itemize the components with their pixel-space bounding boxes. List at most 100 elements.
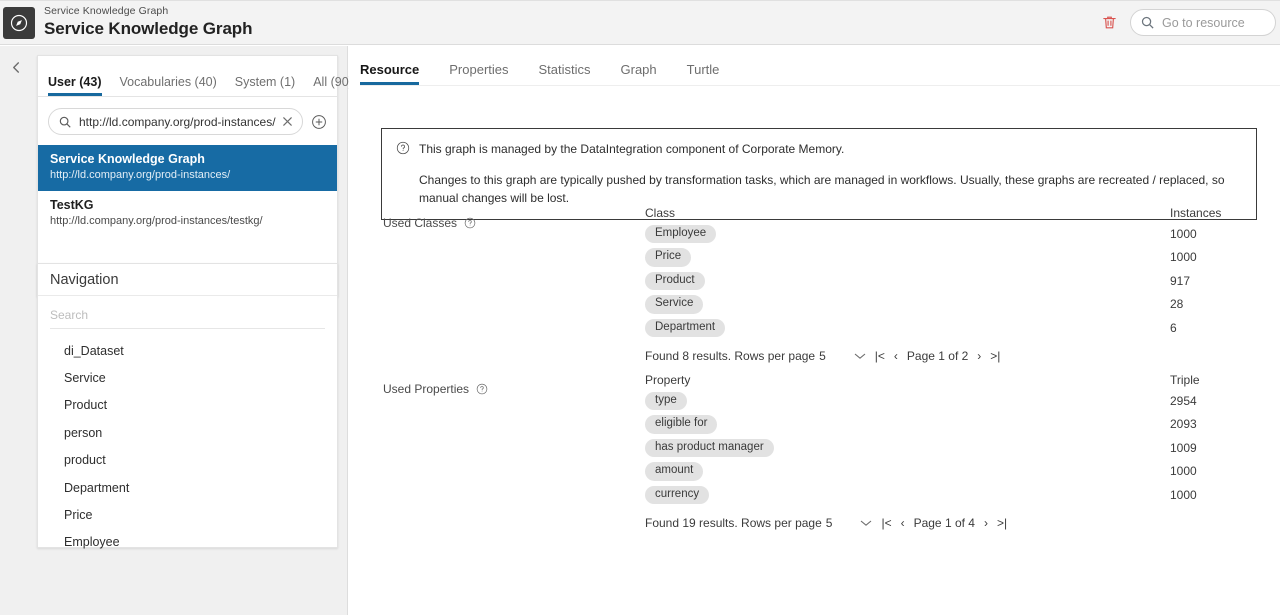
class-chip[interactable]: Service <box>645 295 703 314</box>
graph-item-url: http://ld.company.org/prod-instances/tes… <box>50 214 325 229</box>
header-subtitle: Service Knowledge Graph <box>44 6 252 18</box>
sidebar-item-person[interactable]: person <box>38 419 337 446</box>
delete-graph-button[interactable] <box>1094 8 1124 38</box>
plus-circle-icon[interactable] <box>311 114 327 130</box>
tab-statistics[interactable]: Statistics <box>539 62 591 85</box>
sidebar-item-employee[interactable]: Employee <box>38 529 337 556</box>
navigation-search-input[interactable]: Search <box>50 302 325 329</box>
table-row: Product 917 <box>645 269 1265 293</box>
app-logo[interactable] <box>3 7 35 39</box>
column-header-triple: Triple <box>1170 373 1265 387</box>
sidebar-item-service[interactable]: Service <box>38 364 337 391</box>
notice-body: This graph is managed by the DataIntegra… <box>419 140 1242 207</box>
sidebar-item-price[interactable]: Price <box>38 501 337 528</box>
property-chip[interactable]: type <box>645 392 687 411</box>
previous-page-button[interactable]: ‹ <box>901 516 905 530</box>
trash-icon <box>1101 14 1118 31</box>
first-page-button[interactable]: |< <box>881 516 891 530</box>
page-indicator: Page 1 of 2 <box>907 349 968 363</box>
property-chip[interactable]: amount <box>645 462 703 481</box>
graph-tab-user[interactable]: User (43) <box>48 75 102 96</box>
tab-properties[interactable]: Properties <box>449 62 508 85</box>
graph-tab-vocabularies[interactable]: Vocabularies (40) <box>120 75 217 96</box>
app-header: Service Knowledge Graph Service Knowledg… <box>0 0 1280 45</box>
used-classes-label-text: Used Classes <box>383 216 457 230</box>
table-row: Employee 1000 <box>645 222 1265 246</box>
used-classes-table: Class Instances Employee 1000 Price 1000… <box>645 206 1265 363</box>
graph-url-value: http://ld.company.org/prod-instances/ <box>79 115 281 129</box>
graph-tab-all[interactable]: All (90) <box>313 75 353 96</box>
graph-tab-system[interactable]: System (1) <box>235 75 295 96</box>
results-count: Found 19 results. Rows per page <box>645 516 822 530</box>
table-row: type 2954 <box>645 389 1265 413</box>
used-properties-pagination: Found 19 results. Rows per page 5 |< ‹ P… <box>645 516 1265 530</box>
triple-count: 2954 <box>1170 394 1265 408</box>
list-item[interactable]: TestKG http://ld.company.org/prod-instan… <box>38 191 337 237</box>
used-properties-label-text: Used Properties <box>383 382 469 396</box>
next-page-button[interactable]: › <box>984 516 988 530</box>
go-to-resource-search[interactable]: Go to resource <box>1130 9 1276 36</box>
table-row: has product manager 1009 <box>645 436 1265 460</box>
help-circle-icon[interactable] <box>476 383 488 395</box>
property-chip[interactable]: has product manager <box>645 439 774 458</box>
chevron-down-icon[interactable] <box>860 519 872 527</box>
first-page-button[interactable]: |< <box>875 349 885 363</box>
help-circle-icon[interactable] <box>464 217 476 229</box>
table-header-row: Property Triple <box>645 373 1265 389</box>
rows-per-page-value[interactable]: 5 <box>826 516 833 530</box>
last-page-button[interactable]: >| <box>997 516 1007 530</box>
rows-per-page-value[interactable]: 5 <box>819 349 826 363</box>
triple-count: 1000 <box>1170 464 1265 478</box>
navigation-list: di_Dataset Service Product person produc… <box>38 329 337 556</box>
graph-list: Service Knowledge Graph http://ld.compan… <box>38 145 337 236</box>
class-chip[interactable]: Product <box>645 272 705 291</box>
search-icon <box>1140 15 1155 30</box>
results-count: Found 8 results. Rows per page <box>645 349 815 363</box>
table-row: currency 1000 <box>645 483 1265 507</box>
instance-count: 28 <box>1170 297 1265 311</box>
instance-count: 6 <box>1170 321 1265 335</box>
close-icon[interactable] <box>281 115 295 129</box>
graph-item-title: TestKG <box>50 197 325 214</box>
notice-line-1: This graph is managed by the DataIntegra… <box>419 140 1242 158</box>
sidebar-item-di-dataset[interactable]: di_Dataset <box>38 337 337 364</box>
used-classes-label: Used Classes <box>383 216 476 230</box>
graph-item-title: Service Knowledge Graph <box>50 151 325 168</box>
class-chip[interactable]: Employee <box>645 225 716 244</box>
instance-count: 917 <box>1170 274 1265 288</box>
column-header-class: Class <box>645 206 1170 220</box>
chevron-down-icon[interactable] <box>854 352 866 360</box>
triple-count: 1000 <box>1170 488 1265 502</box>
sidebar-item-product-class[interactable]: Product <box>38 392 337 419</box>
left-sidebar: User (43) Vocabularies (40) System (1) A… <box>0 46 348 615</box>
navigation-title: Navigation <box>38 264 337 296</box>
triple-count: 2093 <box>1170 417 1265 431</box>
main-content: Resource Properties Statistics Graph Tur… <box>349 46 1280 615</box>
navigation-search-placeholder: Search <box>50 308 88 322</box>
class-chip[interactable]: Price <box>645 248 691 267</box>
tab-turtle[interactable]: Turtle <box>687 62 720 85</box>
property-chip[interactable]: eligible for <box>645 415 717 434</box>
previous-page-button[interactable]: ‹ <box>894 349 898 363</box>
next-page-button[interactable]: › <box>977 349 981 363</box>
graph-filter-tabs: User (43) Vocabularies (40) System (1) A… <box>38 64 337 97</box>
graph-url-input[interactable]: http://ld.company.org/prod-instances/ <box>48 108 303 135</box>
search-icon <box>58 115 72 129</box>
chevron-left-icon <box>11 61 22 74</box>
list-item[interactable]: Service Knowledge Graph http://ld.compan… <box>38 145 337 191</box>
instance-count: 1000 <box>1170 250 1265 264</box>
graph-item-url: http://ld.company.org/prod-instances/ <box>50 168 325 183</box>
go-to-resource-placeholder: Go to resource <box>1162 16 1245 30</box>
property-chip[interactable]: currency <box>645 486 709 505</box>
table-header-row: Class Instances <box>645 206 1265 222</box>
table-row: amount 1000 <box>645 460 1265 484</box>
tab-resource[interactable]: Resource <box>360 62 419 85</box>
tab-graph[interactable]: Graph <box>621 62 657 85</box>
table-row: Service 28 <box>645 293 1265 317</box>
sidebar-item-department[interactable]: Department <box>38 474 337 501</box>
class-chip[interactable]: Department <box>645 319 725 338</box>
last-page-button[interactable]: >| <box>990 349 1000 363</box>
sidebar-item-product[interactable]: product <box>38 447 337 474</box>
column-header-property: Property <box>645 373 1170 387</box>
sidebar-collapse-button[interactable] <box>8 58 24 76</box>
